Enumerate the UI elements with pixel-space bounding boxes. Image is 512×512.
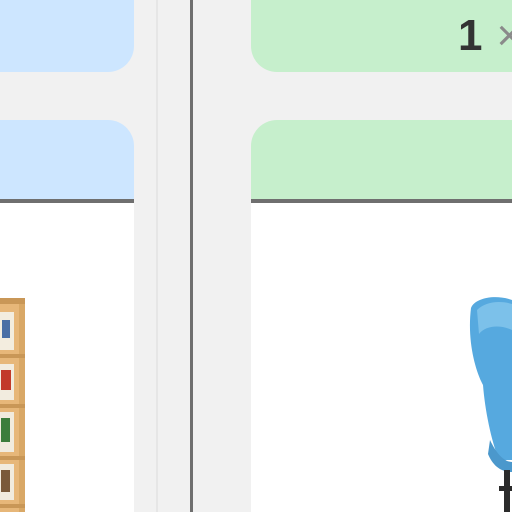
bookshelf-image [0,298,25,512]
gutter-line [156,0,158,512]
left-header-card [0,0,134,72]
left-label-card [0,120,134,200]
right-quantity: 1 × [458,14,512,58]
right-label-card [251,120,512,200]
chair-image [469,297,512,512]
multiplier-sign: × [496,11,512,60]
quantity-value: 1 [458,11,483,60]
center-divider [190,0,193,512]
